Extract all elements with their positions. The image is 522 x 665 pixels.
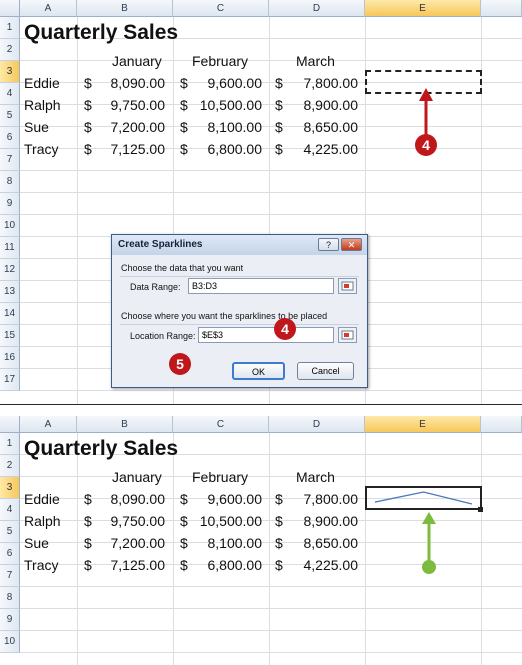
range-picker-icon [341,281,354,291]
bottom-spreadsheet-panel: A B C D E 1 2 3 4 5 6 7 8 9 10 Quarterly Sales Ja… [0,416,522,665]
range-picker-icon [341,330,354,340]
data-range-picker-icon[interactable] [338,278,357,294]
callout-arrow-green [422,512,436,566]
location-range-label: Location Range: [130,331,196,341]
create-sparklines-dialog: Create Sparklines ? ✕ Choose the data th… [111,234,368,388]
data-range-label: Data Range: [130,282,181,292]
dialog-divider [120,276,359,277]
help-icon[interactable]: ? [318,238,339,251]
dialog-divider [120,324,359,325]
arrowhead [422,512,436,524]
callout-badge-4-dialog: 4 [274,318,296,340]
location-range-picker-icon[interactable] [338,327,357,343]
data-section-label: Choose the data that you want [121,263,244,273]
data-range-input[interactable]: B3:D3 [188,278,334,294]
close-icon[interactable]: ✕ [341,238,362,251]
ok-button[interactable]: OK [232,362,285,380]
location-section-label: Choose where you want the sparklines to … [121,311,328,321]
cancel-button[interactable]: Cancel [297,362,354,380]
location-range-input[interactable]: $E$3 [198,327,334,343]
callout-badge-4: 4 [415,134,437,156]
arrowhead [419,88,433,101]
callout-badge-5: 5 [169,353,191,375]
callout-dot-green [422,560,436,574]
top-spreadsheet-panel: A B C D E 1 2 3 4 5 6 7 8 9 10 11 12 13 14 15 16 17 Quar… [0,0,522,404]
